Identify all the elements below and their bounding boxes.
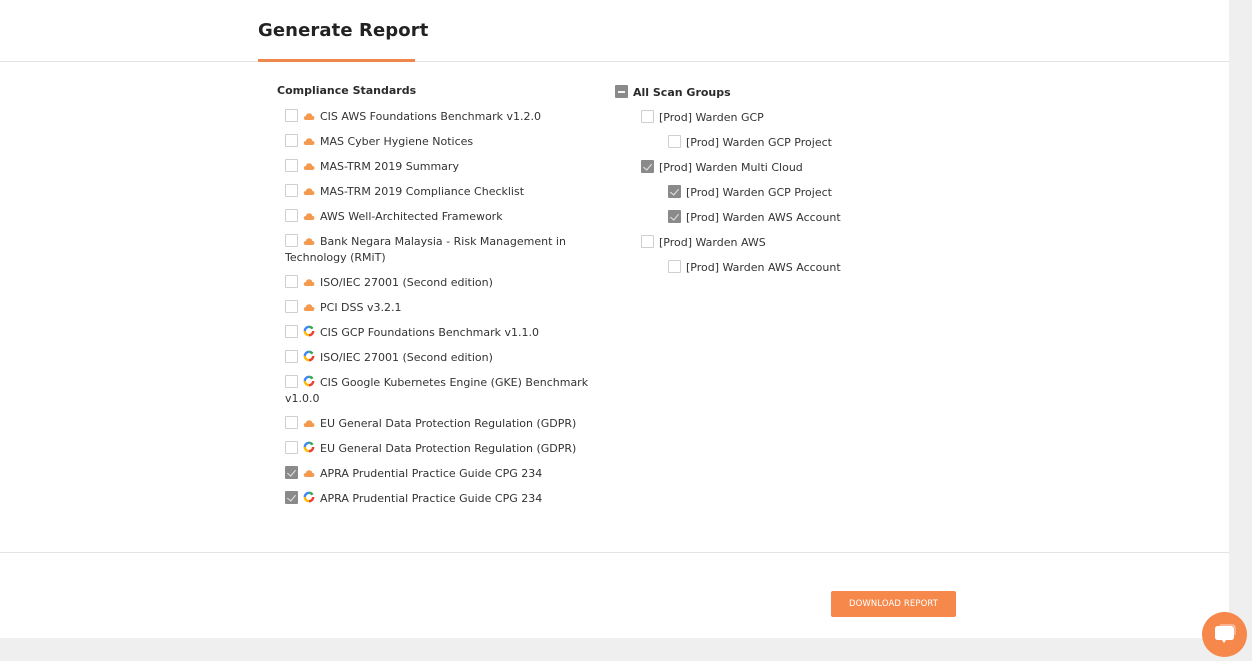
standard-checkbox[interactable]: [285, 109, 298, 122]
compliance-standard-item[interactable]: EU General Data Protection Regulation (G…: [285, 416, 595, 432]
aws-cloud-icon: [303, 110, 315, 120]
standard-label: PCI DSS v3.2.1: [320, 301, 402, 314]
gcp-logo-icon: [303, 325, 315, 337]
standard-checkbox[interactable]: [285, 466, 298, 479]
scan-group-checkbox[interactable]: [641, 160, 654, 173]
scan-group-label: [Prod] Warden GCP: [659, 111, 764, 124]
standard-checkbox[interactable]: [285, 184, 298, 197]
standard-label: EU General Data Protection Regulation (G…: [320, 442, 577, 455]
standard-checkbox[interactable]: [285, 350, 298, 363]
scan-groups-list: [Prod] Warden GCP [Prod] Warden GCP Proje…: [615, 110, 915, 276]
standard-checkbox[interactable]: [285, 300, 298, 313]
standard-checkbox[interactable]: [285, 325, 298, 338]
report-page: Generate Report Compliance Standards CIS…: [0, 0, 1229, 638]
scan-group-label: [Prod] Warden GCP Project: [686, 186, 832, 199]
download-report-button[interactable]: DOWNLOAD REPORT: [831, 591, 956, 617]
standard-label: APRA Prudential Practice Guide CPG 234: [320, 492, 543, 505]
standard-label: Bank Negara Malaysia - Risk Management i…: [285, 235, 566, 264]
scan-group-item[interactable]: [Prod] Warden GCP Project: [615, 185, 915, 201]
page-title: Generate Report: [258, 20, 429, 41]
scan-group-label: [Prod] Warden AWS Account: [686, 211, 841, 224]
standard-checkbox[interactable]: [285, 209, 298, 222]
all-scan-groups-label: All Scan Groups: [633, 86, 731, 99]
compliance-standards-heading: Compliance Standards: [277, 84, 417, 97]
footer-divider: [0, 552, 1229, 553]
standard-checkbox[interactable]: [285, 234, 298, 247]
compliance-standard-item[interactable]: CIS Google Kubernetes Engine (GKE) Bench…: [285, 375, 595, 407]
title-underline: [258, 59, 415, 62]
gcp-logo-icon: [303, 350, 315, 362]
standard-checkbox[interactable]: [285, 491, 298, 504]
compliance-standard-item[interactable]: APRA Prudential Practice Guide CPG 234: [285, 466, 595, 482]
page-scrollbar[interactable]: [1229, 0, 1252, 661]
aws-cloud-icon: [303, 210, 315, 220]
page-header: Generate Report: [0, 0, 1229, 62]
aws-cloud-icon: [303, 467, 315, 477]
gcp-logo-icon: [303, 491, 315, 503]
compliance-standard-item[interactable]: CIS AWS Foundations Benchmark v1.2.0: [285, 109, 595, 125]
compliance-standard-item[interactable]: MAS-TRM 2019 Summary: [285, 159, 595, 175]
standard-label: CIS AWS Foundations Benchmark v1.2.0: [320, 110, 541, 123]
scan-group-checkbox[interactable]: [641, 110, 654, 123]
standard-label: APRA Prudential Practice Guide CPG 234: [320, 467, 543, 480]
aws-cloud-icon: [303, 160, 315, 170]
scan-group-checkbox[interactable]: [668, 135, 681, 148]
gcp-logo-icon: [303, 441, 315, 453]
standard-label: MAS-TRM 2019 Compliance Checklist: [320, 185, 525, 198]
scan-group-checkbox[interactable]: [668, 260, 681, 273]
gcp-logo-icon: [303, 375, 315, 387]
compliance-standard-item[interactable]: APRA Prudential Practice Guide CPG 234: [285, 491, 595, 507]
standard-label: ISO/IEC 27001 (Second edition): [320, 351, 493, 364]
scan-group-item[interactable]: [Prod] Warden AWS Account: [615, 210, 915, 226]
chat-launcher-button[interactable]: [1202, 612, 1247, 657]
standard-checkbox[interactable]: [285, 275, 298, 288]
aws-cloud-icon: [303, 417, 315, 427]
scan-group-label: [Prod] Warden GCP Project: [686, 136, 832, 149]
aws-cloud-icon: [303, 301, 315, 311]
compliance-standards-list: CIS AWS Foundations Benchmark v1.2.0 MAS …: [285, 109, 595, 516]
scan-groups-tree: All Scan Groups [Prod] Warden GCP [Prod] …: [615, 85, 915, 285]
standard-checkbox[interactable]: [285, 416, 298, 429]
compliance-standard-item[interactable]: AWS Well-Architected Framework: [285, 209, 595, 225]
standard-label: CIS GCP Foundations Benchmark v1.1.0: [320, 326, 540, 339]
standard-checkbox[interactable]: [285, 375, 298, 388]
chat-bubble-icon: [1215, 624, 1236, 643]
scan-group-checkbox[interactable]: [668, 210, 681, 223]
standard-label: AWS Well-Architected Framework: [320, 210, 503, 223]
aws-cloud-icon: [303, 276, 315, 286]
compliance-standard-item[interactable]: EU General Data Protection Regulation (G…: [285, 441, 595, 457]
standard-label: MAS-TRM 2019 Summary: [320, 160, 459, 173]
compliance-standard-item[interactable]: PCI DSS v3.2.1: [285, 300, 595, 316]
aws-cloud-icon: [303, 235, 315, 245]
compliance-standard-item[interactable]: ISO/IEC 27001 (Second edition): [285, 350, 595, 366]
aws-cloud-icon: [303, 185, 315, 195]
scan-group-item[interactable]: [Prod] Warden Multi Cloud: [615, 160, 915, 176]
scan-group-label: [Prod] Warden Multi Cloud: [659, 161, 803, 174]
compliance-standard-item[interactable]: CIS GCP Foundations Benchmark v1.1.0: [285, 325, 595, 341]
scan-group-item[interactable]: [Prod] Warden GCP: [615, 110, 915, 126]
scan-group-label: [Prod] Warden AWS: [659, 236, 766, 249]
standard-label: CIS Google Kubernetes Engine (GKE) Bench…: [285, 376, 589, 405]
scan-group-checkbox[interactable]: [641, 235, 654, 248]
compliance-standard-item[interactable]: ISO/IEC 27001 (Second edition): [285, 275, 595, 291]
standard-checkbox[interactable]: [285, 134, 298, 147]
all-scan-groups-checkbox[interactable]: [615, 85, 628, 98]
standard-checkbox[interactable]: [285, 441, 298, 454]
standard-label: EU General Data Protection Regulation (G…: [320, 417, 577, 430]
scan-group-item[interactable]: [Prod] Warden AWS: [615, 235, 915, 251]
aws-cloud-icon: [303, 135, 315, 145]
scan-group-checkbox[interactable]: [668, 185, 681, 198]
scan-group-item[interactable]: [Prod] Warden GCP Project: [615, 135, 915, 151]
compliance-standard-item[interactable]: Bank Negara Malaysia - Risk Management i…: [285, 234, 595, 266]
compliance-standard-item[interactable]: MAS Cyber Hygiene Notices: [285, 134, 595, 150]
scan-group-label: [Prod] Warden AWS Account: [686, 261, 841, 274]
all-scan-groups-item[interactable]: All Scan Groups: [615, 85, 915, 101]
standard-label: ISO/IEC 27001 (Second edition): [320, 276, 493, 289]
standard-checkbox[interactable]: [285, 159, 298, 172]
compliance-standard-item[interactable]: MAS-TRM 2019 Compliance Checklist: [285, 184, 595, 200]
scan-group-item[interactable]: [Prod] Warden AWS Account: [615, 260, 915, 276]
standard-label: MAS Cyber Hygiene Notices: [320, 135, 474, 148]
